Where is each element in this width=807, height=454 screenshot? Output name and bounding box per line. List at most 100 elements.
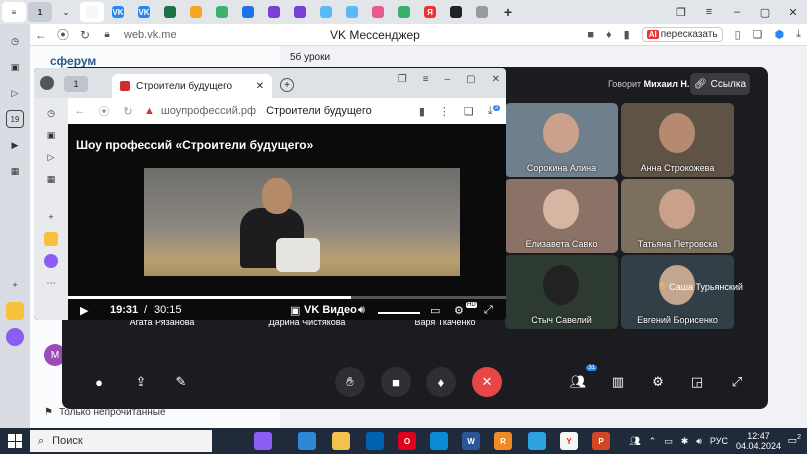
add-icon[interactable]: + [6,276,24,294]
new-tab-button[interactable]: + [280,78,294,92]
add-icon[interactable]: + [44,210,58,224]
more-icon[interactable]: ⋯ [44,276,58,290]
pen-icon[interactable]: ✎ [168,369,194,395]
volume-icon[interactable]: 🔊︎ [358,304,365,317]
history-icon[interactable]: ◷ [6,32,24,50]
video-fullscreen-icon[interactable]: ⤢ [484,304,493,317]
participant-tile[interactable]: Стыч Савелий [505,255,618,329]
reader-icon[interactable]: R [494,432,512,450]
share-screen-icon[interactable]: ⇪ [128,369,154,395]
chat-icon[interactable]: ● [86,369,112,395]
tab-excel-icon[interactable] [158,2,182,22]
shield-icon[interactable]: ⬢ [775,28,785,41]
maximize-icon[interactable]: ▢ [466,74,475,85]
tab-builders[interactable]: Строители будущего ✕ [112,74,272,98]
language-indicator[interactable]: РУС [710,436,728,446]
new-tab-button[interactable]: + [496,2,520,22]
minimize-icon[interactable]: – [445,74,451,85]
play-button[interactable]: ▶ [80,304,88,317]
minimize-icon[interactable]: – [723,0,751,24]
market-icon[interactable] [44,232,58,246]
tab-heart2-icon[interactable] [340,2,364,22]
tab-yandex-icon[interactable] [80,2,104,22]
tab-pink-icon[interactable] [366,2,390,22]
protect-icon[interactable]: ⦿ [52,26,74,43]
menu-icon[interactable]: ≡ [423,74,429,85]
participant-tile[interactable]: Татьяна Петровска [621,179,734,253]
word-icon[interactable]: W [462,432,480,450]
address-domain[interactable]: шоупрофессий.рф [161,105,256,117]
tray-chevron-icon[interactable]: ⌃ [649,436,657,447]
extensions-icon[interactable]: ❏ [464,105,474,118]
raise-hand-button[interactable]: ✋︎ [335,367,365,397]
download-icon[interactable]: ⤓ 3 [488,105,500,118]
end-call-button[interactable]: ✕ [472,367,502,397]
mic-icon[interactable]: ♦ [606,29,612,41]
inner-tab-count[interactable]: 1 [64,76,88,92]
close-tab-icon[interactable]: ✕ [256,81,264,92]
tab-count-button[interactable]: 1 [28,2,52,22]
menu-icon[interactable]: ≡ [695,0,723,24]
tab-mail-icon[interactable] [184,2,208,22]
calendar-icon[interactable]: 19 [6,110,24,128]
tab-yandex-red-icon[interactable]: Я [418,2,442,22]
toggle-icon[interactable]: ⚑ [44,407,53,418]
tab-vk-icon[interactable]: VK [106,2,130,22]
camera-icon[interactable]: ■ [587,29,594,41]
alice-side-icon[interactable] [44,254,58,268]
alice-side-icon[interactable] [6,328,24,346]
history-icon[interactable]: ◷ [44,106,58,120]
inner-browser-logo-icon[interactable] [40,76,54,90]
play-icon[interactable]: ▷ [44,150,58,164]
store-icon[interactable] [366,432,384,450]
warning-icon[interactable]: ▲ [144,105,155,117]
tab-purple-icon[interactable] [262,2,286,22]
bookmark-star-icon[interactable]: ▯ [735,28,741,41]
edge-icon[interactable] [430,432,448,450]
notifications-icon[interactable]: ▭2 [788,434,801,446]
retell-button[interactable]: AI пересказать [641,27,723,42]
collections-icon[interactable]: ❐ [398,74,407,85]
taskbar-clock[interactable]: 12:47 04.04.2024 [736,431,781,451]
tab-green2-icon[interactable] [392,2,416,22]
volume-slider[interactable] [378,312,420,314]
fullscreen-icon[interactable]: ⤢ [724,369,750,395]
reload-icon[interactable]: ↻ [74,28,96,42]
maximize-icon[interactable]: ▢ [751,0,779,24]
participant-tile[interactable]: Елизавета Савко [505,179,618,253]
volume-tray-icon[interactable]: 🔊︎ [696,436,702,447]
participant-tile[interactable]: Евгений Борисенко [621,255,734,329]
settings-icon[interactable]: ⚙ [645,369,671,395]
microphone-button[interactable]: ♦ [426,367,456,397]
apps-grid-icon[interactable]: ▦ [44,172,58,186]
tab-vk2-icon[interactable]: VK [132,2,156,22]
extensions-icon[interactable]: ❏ [753,28,763,41]
task-view-icon[interactable] [222,432,240,450]
back-icon[interactable]: ← [30,28,52,42]
video-progress-bar[interactable] [68,296,506,299]
subtitles-icon[interactable]: ▭ [430,304,440,317]
pip-icon[interactable]: ◲ [684,369,710,395]
tab-purple2-icon[interactable] [288,2,312,22]
chevron-down-icon[interactable]: ⌄ [54,2,78,22]
vk-video-brand[interactable]: VK Видео [304,304,357,316]
protect-icon[interactable]: ⦿ [92,103,116,119]
collections-side-icon[interactable]: ▣ [6,58,24,76]
network-icon[interactable]: ▭ [664,436,673,447]
video-settings-icon[interactable]: ⚙ [454,304,464,317]
download-icon[interactable]: ⤓ [796,28,801,41]
bookmark-icon[interactable]: ▮ [624,28,630,41]
link-button[interactable]: 🔗︎ Ссылка [690,73,750,95]
telegram-icon[interactable] [528,432,546,450]
people-icon[interactable]: 👥︎ [629,436,640,447]
video-player[interactable]: Шоу профессий «Строители будущего» ▶ 19:… [68,124,506,320]
close-icon[interactable]: ✕ [779,0,807,24]
camera-button[interactable]: ■ [381,367,411,397]
taskbar-search[interactable]: ⌕ Поиск [30,430,212,452]
bluetooth-icon[interactable]: ✱ [681,436,689,447]
address-url[interactable]: web.vk.me [124,29,177,41]
tab-doc-icon[interactable] [470,2,494,22]
tab-black-icon[interactable] [444,2,468,22]
yandex-browser-icon[interactable]: Y [560,432,578,450]
tab-blue-icon[interactable] [236,2,260,22]
